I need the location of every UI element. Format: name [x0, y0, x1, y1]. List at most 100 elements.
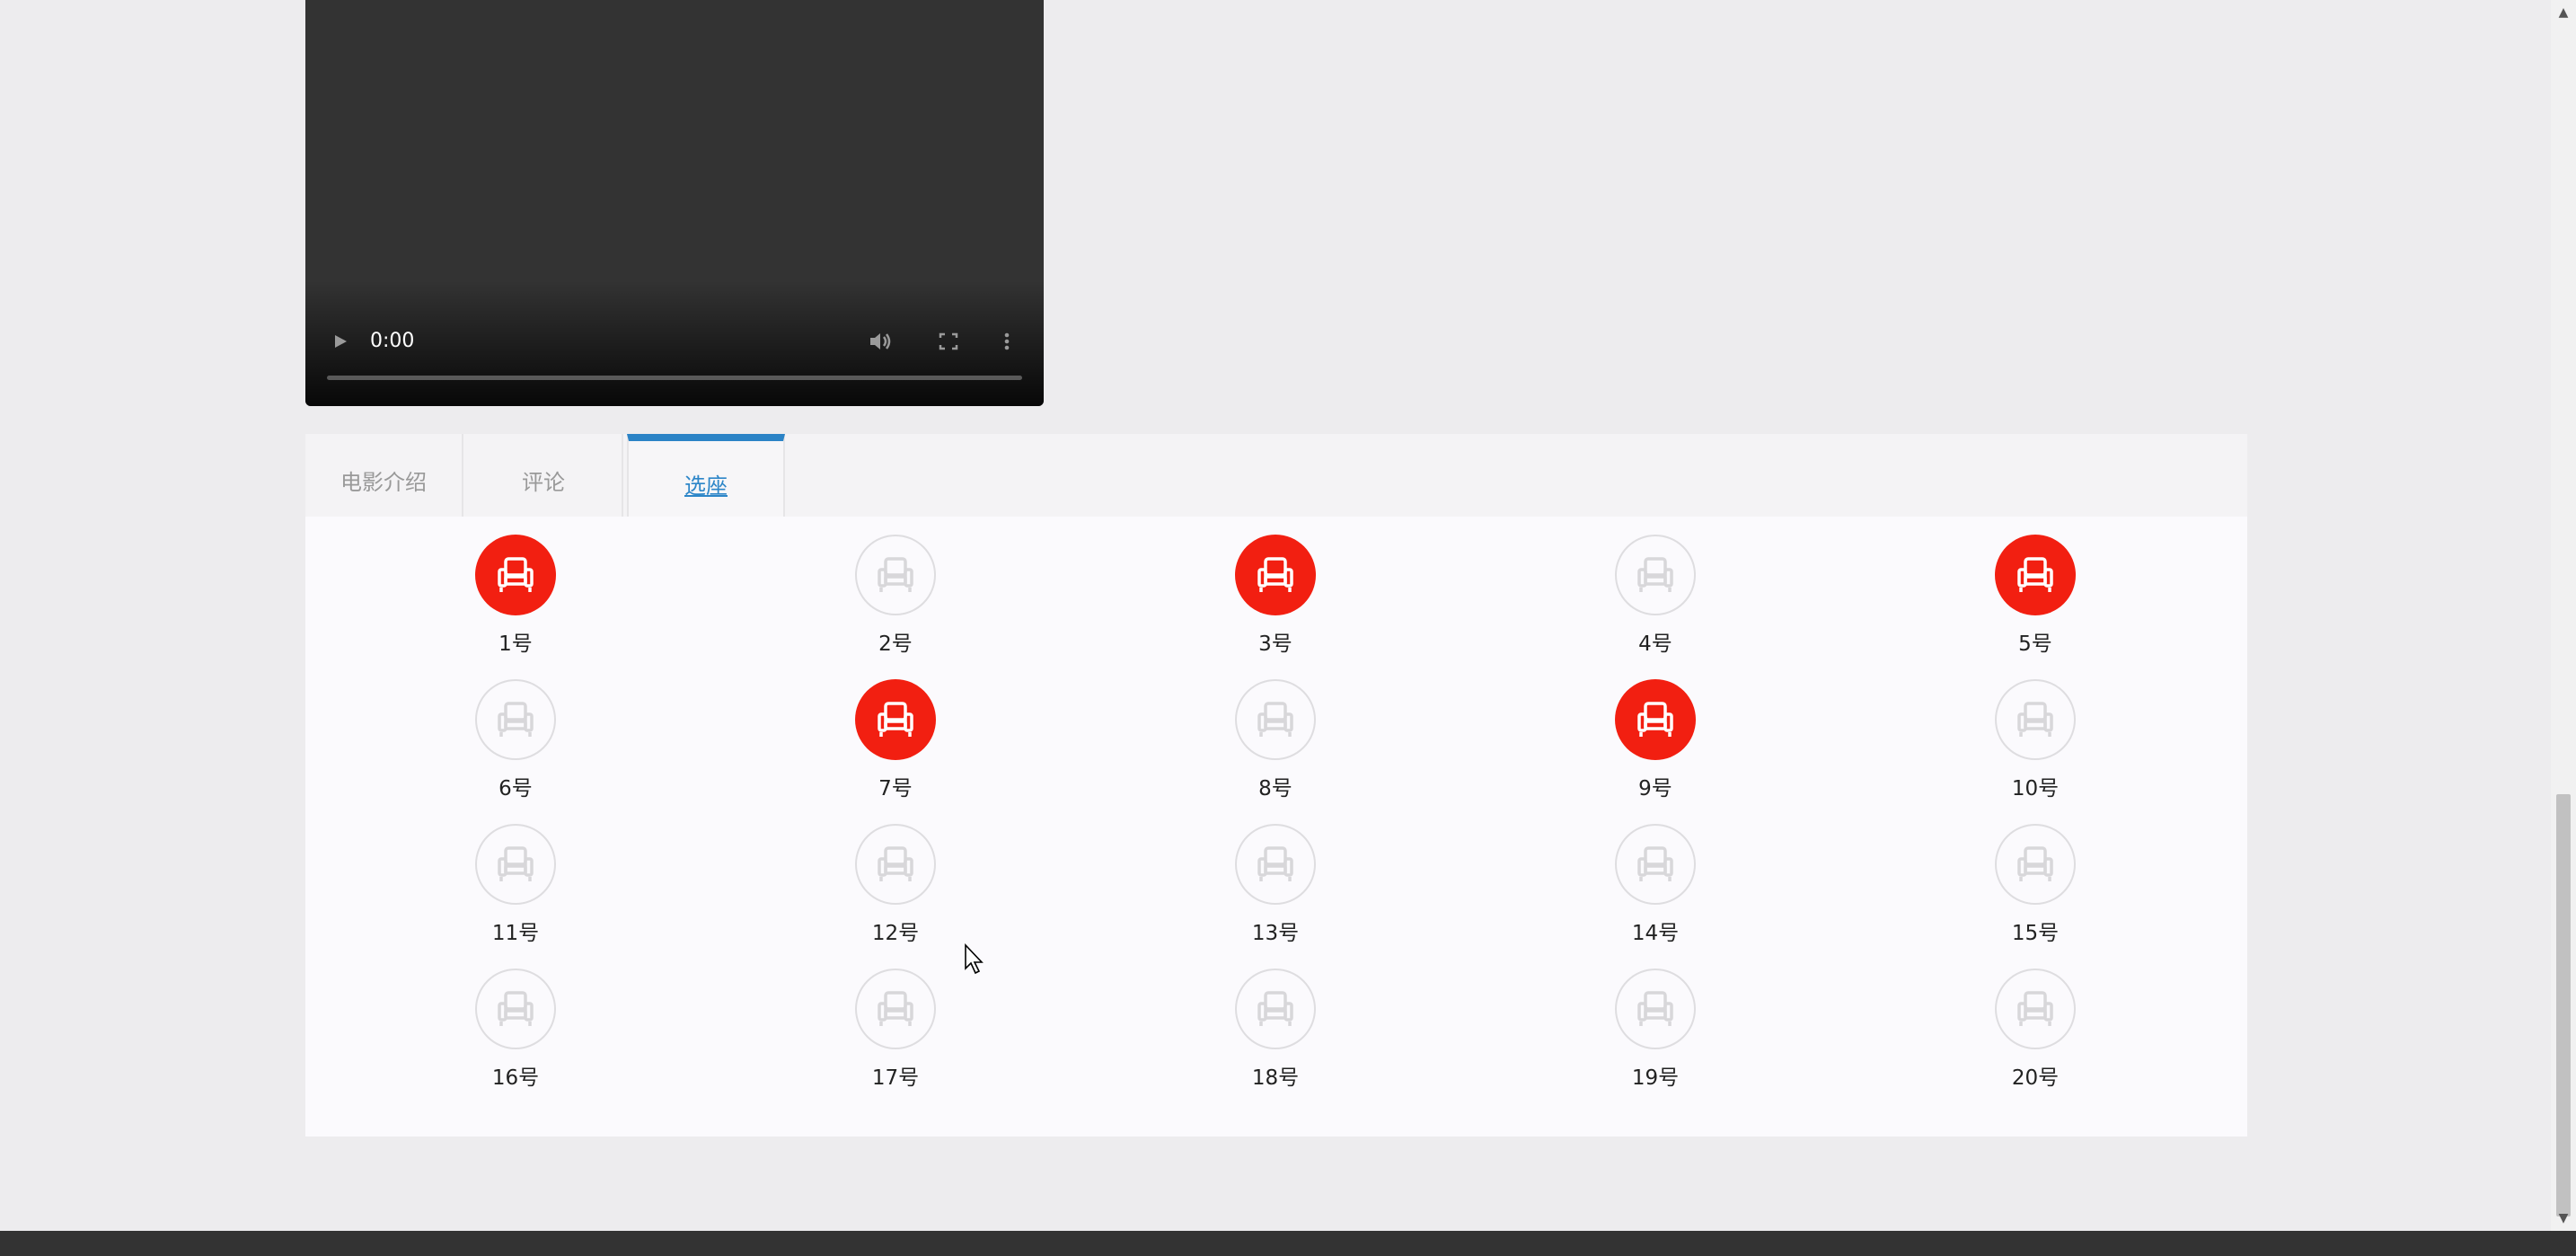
tab-movie-intro[interactable]: 电影介绍: [305, 434, 463, 517]
armchair-icon: [2017, 991, 2053, 1026]
armchair-icon: [498, 846, 534, 881]
seat-label: 4号: [1638, 632, 1672, 656]
scroll-down-arrow-icon[interactable]: ▼: [2551, 1206, 2576, 1231]
seat-label: 20号: [2011, 1066, 2060, 1090]
seat-taken-button[interactable]: [1995, 535, 2076, 615]
seat-taken-button[interactable]: [1235, 535, 1316, 615]
seat-15[interactable]: 15号: [1945, 806, 2125, 945]
seat-label: 16号: [491, 1066, 540, 1090]
seat-8[interactable]: 8号: [1186, 661, 1365, 800]
seat-label: 3号: [1258, 632, 1292, 656]
seat-3[interactable]: 3号: [1186, 517, 1365, 656]
seat-label: 12号: [871, 922, 920, 945]
video-time: 0:00: [370, 330, 415, 352]
seat-label: 19号: [1631, 1066, 1680, 1090]
seat-label: 7号: [878, 777, 913, 800]
seat-1[interactable]: 1号: [426, 517, 605, 656]
armchair-icon: [878, 557, 913, 592]
seat-available-button[interactable]: [1235, 679, 1316, 760]
armchair-icon: [1637, 991, 1673, 1026]
armchair-icon: [1637, 557, 1673, 592]
armchair-icon: [498, 702, 534, 737]
seat-12[interactable]: 12号: [806, 806, 985, 945]
scrollbar-thumb[interactable]: [2556, 794, 2571, 1216]
seat-6[interactable]: 6号: [426, 661, 605, 800]
armchair-icon: [1257, 846, 1293, 881]
page-scrollbar[interactable]: ▲ ▼: [2551, 0, 2576, 1231]
volume-icon[interactable]: [868, 323, 893, 359]
page: 0:00 电影介绍 评论 选座 1号 2号 3号 4号 5号 6号 7号 8号 …: [0, 0, 2576, 1256]
seat-13[interactable]: 13号: [1186, 806, 1365, 945]
tab-comments[interactable]: 评论: [465, 434, 623, 517]
seat-available-button[interactable]: [1235, 824, 1316, 905]
seat-taken-button[interactable]: [1615, 679, 1696, 760]
armchair-icon: [878, 702, 913, 737]
seat-14[interactable]: 14号: [1566, 806, 1745, 945]
seat-available-button[interactable]: [1235, 969, 1316, 1049]
seat-18[interactable]: 18号: [1186, 951, 1365, 1090]
armchair-icon: [2017, 702, 2053, 737]
seat-available-button[interactable]: [1615, 969, 1696, 1049]
armchair-icon: [878, 846, 913, 881]
tab-seat-selection[interactable]: 选座: [627, 434, 785, 517]
video-player[interactable]: 0:00: [305, 0, 1044, 406]
armchair-icon: [2017, 846, 2053, 881]
seat-available-button[interactable]: [475, 679, 556, 760]
seat-label: 9号: [1638, 777, 1672, 800]
seat-label: 14号: [1631, 922, 1680, 945]
armchair-icon: [1257, 702, 1293, 737]
seat-2[interactable]: 2号: [806, 517, 985, 656]
armchair-icon: [1257, 991, 1293, 1026]
seat-19[interactable]: 19号: [1566, 951, 1745, 1090]
seat-11[interactable]: 11号: [426, 806, 605, 945]
seat-9[interactable]: 9号: [1566, 661, 1745, 800]
seat-available-button[interactable]: [475, 824, 556, 905]
seat-4[interactable]: 4号: [1566, 517, 1745, 656]
more-options-icon[interactable]: [1002, 323, 1011, 359]
seat-available-button[interactable]: [1995, 969, 2076, 1049]
seat-label: 18号: [1251, 1066, 1300, 1090]
seat-label: 1号: [498, 632, 533, 656]
seat-7[interactable]: 7号: [806, 661, 985, 800]
footer-bar: [0, 1231, 2576, 1256]
armchair-icon: [2017, 557, 2053, 592]
armchair-icon: [1637, 846, 1673, 881]
seat-available-button[interactable]: [855, 824, 936, 905]
video-controls: 0:00: [305, 323, 1044, 359]
seat-available-button[interactable]: [1995, 679, 2076, 760]
seat-taken-button[interactable]: [855, 679, 936, 760]
seat-10[interactable]: 10号: [1945, 661, 2125, 800]
seat-available-button[interactable]: [1995, 824, 2076, 905]
scroll-up-arrow-icon[interactable]: ▲: [2551, 0, 2576, 25]
seat-label: 11号: [491, 922, 540, 945]
seat-label: 2号: [878, 632, 913, 656]
seat-label: 13号: [1251, 922, 1300, 945]
seat-20[interactable]: 20号: [1945, 951, 2125, 1090]
seat-label: 6号: [498, 777, 533, 800]
armchair-icon: [498, 991, 534, 1026]
seat-available-button[interactable]: [1615, 535, 1696, 615]
armchair-icon: [1257, 557, 1293, 592]
seat-label: 15号: [2011, 922, 2060, 945]
video-progress-bar[interactable]: [327, 376, 1022, 380]
armchair-icon: [878, 991, 913, 1026]
seat-grid: 1号 2号 3号 4号 5号 6号 7号 8号 9号 10号 11号 12号 13号 14号 15号 16号 1…: [305, 517, 2247, 1137]
seat-available-button[interactable]: [855, 969, 936, 1049]
seat-17[interactable]: 17号: [806, 951, 985, 1090]
play-icon[interactable]: [332, 323, 348, 359]
armchair-icon: [498, 557, 534, 592]
seat-available-button[interactable]: [855, 535, 936, 615]
seat-label: 17号: [871, 1066, 920, 1090]
seat-16[interactable]: 16号: [426, 951, 605, 1090]
seat-5[interactable]: 5号: [1945, 517, 2125, 656]
seat-label: 10号: [2011, 777, 2060, 800]
seat-taken-button[interactable]: [475, 535, 556, 615]
mouse-cursor-icon: [965, 943, 984, 975]
seat-label: 5号: [2018, 632, 2052, 656]
tab-bar: 电影介绍 评论 选座: [305, 434, 2247, 517]
seat-available-button[interactable]: [475, 969, 556, 1049]
armchair-icon: [1637, 702, 1673, 737]
seat-label: 8号: [1258, 777, 1292, 800]
seat-available-button[interactable]: [1615, 824, 1696, 905]
fullscreen-icon[interactable]: [938, 323, 959, 359]
